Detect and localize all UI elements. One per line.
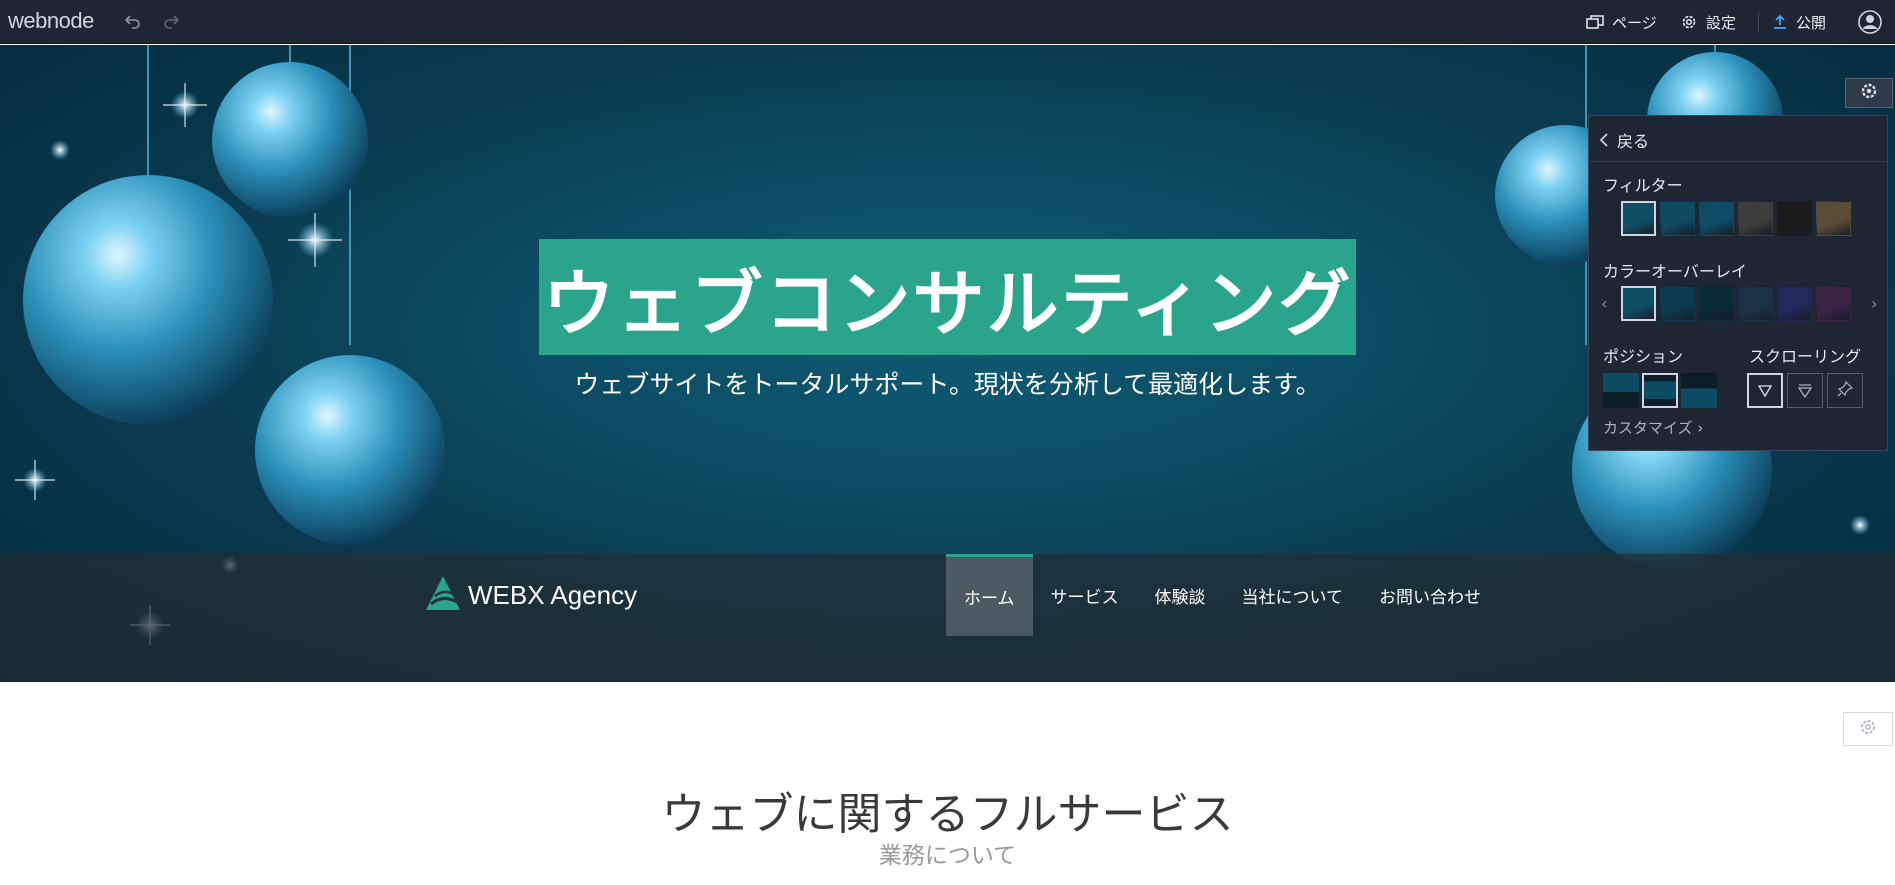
scrolling-options	[1747, 373, 1863, 408]
position-option-bottom[interactable]	[1681, 373, 1717, 408]
filter-swatch[interactable]	[1660, 201, 1695, 236]
hero-title-box[interactable]: ウェブコンサルティング	[539, 239, 1356, 355]
filter-swatch[interactable]	[1816, 201, 1851, 236]
scroll-option-fixed[interactable]	[1827, 373, 1863, 408]
pages-button[interactable]: ページ	[1586, 0, 1657, 44]
pages-icon	[1586, 14, 1604, 30]
overlay-swatches	[1621, 286, 1851, 321]
scrolling-label: スクローリング	[1749, 347, 1862, 366]
gear-icon	[1859, 718, 1877, 740]
settings-label: 設定	[1706, 13, 1737, 32]
section-subtitle[interactable]: 業務について	[0, 836, 1895, 870]
customize-label: カスタマイズ	[1603, 419, 1693, 437]
topbar-divider	[1758, 12, 1759, 32]
panel-divider	[1589, 161, 1887, 162]
settings-button[interactable]: 設定	[1680, 0, 1736, 44]
gear-icon	[1860, 82, 1878, 104]
gear-icon	[1680, 13, 1698, 31]
scroll-option-parallax[interactable]	[1787, 373, 1823, 408]
publish-label: 公開	[1796, 13, 1827, 32]
menu-item-home[interactable]: ホーム	[946, 554, 1033, 636]
user-avatar-icon[interactable]	[1858, 10, 1882, 34]
back-label: 戻る	[1617, 132, 1650, 151]
overlay-label: カラーオーバーレイ	[1603, 262, 1747, 281]
site-navigation-bar: WEBX Agency ホーム サービス 体験談 当社について お問い合わせ	[0, 554, 1895, 682]
background-settings-panel: 戻る フィルター カラーオーバーレイ ‹ › ポジション スクローリング カスタ…	[1588, 115, 1888, 451]
undo-icon[interactable]	[122, 10, 144, 32]
scroll-option-normal[interactable]	[1747, 373, 1783, 408]
filter-swatch[interactable]	[1699, 201, 1734, 236]
upload-icon	[1772, 14, 1788, 30]
brand-logo[interactable]: WEBX Agency	[424, 574, 637, 616]
filter-swatch[interactable]	[1738, 201, 1773, 236]
menu-item-about[interactable]: 当社について	[1224, 554, 1362, 636]
menu-item-services[interactable]: サービス	[1033, 554, 1137, 636]
overlay-swatch[interactable]	[1738, 286, 1773, 321]
overlay-swatch[interactable]	[1660, 286, 1695, 321]
position-label: ポジション	[1603, 347, 1684, 366]
publish-button[interactable]: 公開	[1772, 0, 1826, 44]
brand-triangle-icon	[424, 574, 462, 616]
overlay-swatch[interactable]	[1621, 286, 1656, 321]
overlay-next-arrow[interactable]: ›	[1871, 294, 1877, 313]
section-settings-button[interactable]	[1845, 78, 1893, 108]
filter-swatch[interactable]	[1777, 201, 1812, 236]
webnode-logo[interactable]: webnode	[8, 8, 94, 34]
editor-topbar: webnode ページ 設定 公開	[0, 0, 1895, 44]
brand-name: WEBX Agency	[468, 579, 638, 610]
overlay-swatch[interactable]	[1777, 286, 1812, 321]
customize-link[interactable]: カスタマイズ ›	[1603, 417, 1703, 438]
chevron-left-icon	[1599, 133, 1609, 147]
back-button[interactable]: 戻る	[1599, 128, 1649, 152]
overlay-swatch[interactable]	[1816, 286, 1851, 321]
section-settings-button-2[interactable]	[1843, 712, 1893, 746]
redo-icon[interactable]	[160, 10, 182, 32]
filter-swatches	[1621, 201, 1851, 236]
filter-label: フィルター	[1603, 176, 1683, 195]
section-title[interactable]: ウェブに関するフルサービス	[0, 778, 1895, 842]
overlay-swatch[interactable]	[1699, 286, 1734, 321]
main-menu: ホーム サービス 体験談 当社について お問い合わせ	[946, 554, 1499, 636]
position-options	[1603, 373, 1717, 408]
menu-item-testimonials[interactable]: 体験談	[1137, 554, 1224, 636]
overlay-prev-arrow[interactable]: ‹	[1601, 294, 1607, 313]
hero-title[interactable]: ウェブコンサルティング	[543, 245, 1353, 350]
menu-item-contact[interactable]: お問い合わせ	[1361, 554, 1499, 636]
position-option-center[interactable]	[1642, 373, 1678, 408]
pages-label: ページ	[1612, 13, 1657, 32]
filter-swatch[interactable]	[1621, 201, 1656, 236]
position-option-top[interactable]	[1603, 373, 1639, 408]
hero-subtitle[interactable]: ウェブサイトをトータルサポート。現状を分析して最適化します。	[539, 365, 1356, 401]
pin-icon	[1837, 380, 1854, 401]
